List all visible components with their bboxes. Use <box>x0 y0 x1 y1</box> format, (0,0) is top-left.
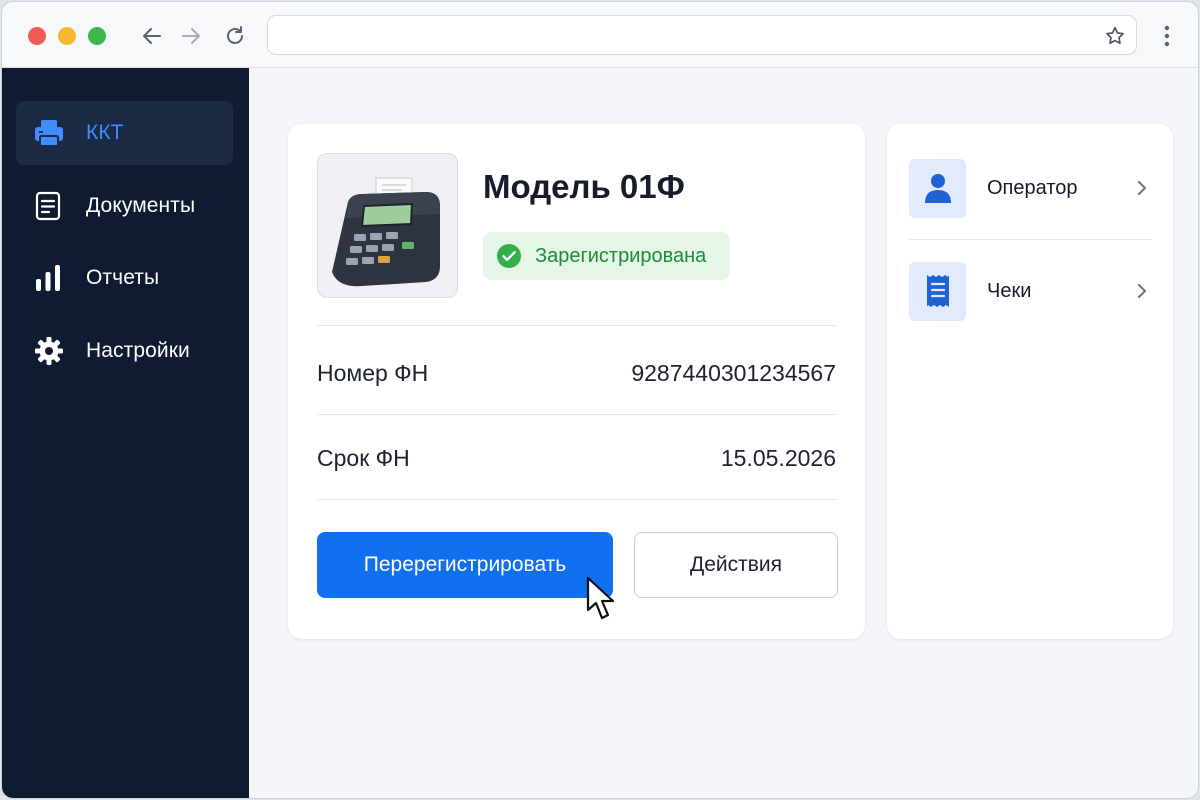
sidebar: ККТ Документы Отчеты Настройки <box>2 68 249 798</box>
operator-link-label: Оператор <box>987 176 1078 199</box>
minimize-window-button[interactable] <box>58 27 76 45</box>
browser-window: ККТ Документы Отчеты Настройки Модель 01… <box>1 1 1199 799</box>
bar-chart-icon <box>34 261 68 295</box>
more-vertical-icon[interactable] <box>1155 22 1179 50</box>
chevron-right-icon <box>1133 179 1151 197</box>
reregister-button[interactable]: Перерегистрировать <box>317 532 613 598</box>
fn-expiry-value: 15.05.2026 <box>720 445 836 471</box>
fn-number-label: Номер ФН <box>317 360 429 386</box>
reload-icon[interactable] <box>221 22 249 50</box>
close-window-button[interactable] <box>28 27 46 45</box>
sidebar-item-label: Отчеты <box>86 266 160 289</box>
sidebar-item-label: Документы <box>86 194 196 217</box>
divider <box>317 325 837 326</box>
operator-link[interactable]: Оператор <box>909 158 1151 218</box>
mouse-pointer-icon <box>586 576 616 622</box>
receipts-link[interactable]: Чеки <box>909 261 1151 321</box>
quick-links-card: Оператор Чеки <box>887 124 1173 639</box>
check-circle-icon <box>497 244 521 268</box>
sidebar-item-reports[interactable]: Отчеты <box>16 246 233 310</box>
device-card: Модель 01Ф Зарегистрирована Номер ФН 928… <box>288 124 865 639</box>
status-text: Зарегистрирована <box>535 244 707 267</box>
sidebar-item-settings[interactable]: Настройки <box>16 319 233 383</box>
device-model-title: Модель 01Ф <box>483 168 685 205</box>
actions-button[interactable]: Действия <box>634 532 838 598</box>
arrow-left-icon[interactable] <box>138 22 166 50</box>
sidebar-item-label: Настройки <box>86 339 190 362</box>
fn-number-value: 9287440301234567 <box>631 360 836 386</box>
divider <box>909 239 1151 240</box>
maximize-window-button[interactable] <box>88 27 106 45</box>
divider <box>317 414 837 415</box>
printer-icon <box>34 116 68 150</box>
document-icon <box>34 189 68 223</box>
divider <box>317 499 837 500</box>
sidebar-item-label: ККТ <box>86 121 124 144</box>
chevron-right-icon <box>1133 282 1151 300</box>
user-icon <box>909 158 966 218</box>
address-bar[interactable] <box>267 15 1137 55</box>
sidebar-item-kkt[interactable]: ККТ <box>16 101 233 165</box>
star-icon[interactable] <box>1104 25 1126 47</box>
fn-expiry-label: Срок ФН <box>317 445 410 471</box>
receipts-link-label: Чеки <box>987 279 1032 302</box>
gear-icon <box>34 334 68 368</box>
receipt-icon <box>909 261 966 321</box>
sidebar-item-documents[interactable]: Документы <box>16 174 233 238</box>
cash-register-image <box>317 153 458 298</box>
status-badge: Зарегистрирована <box>483 232 730 280</box>
arrow-right-icon[interactable] <box>177 22 205 50</box>
browser-toolbar <box>2 2 1198 68</box>
